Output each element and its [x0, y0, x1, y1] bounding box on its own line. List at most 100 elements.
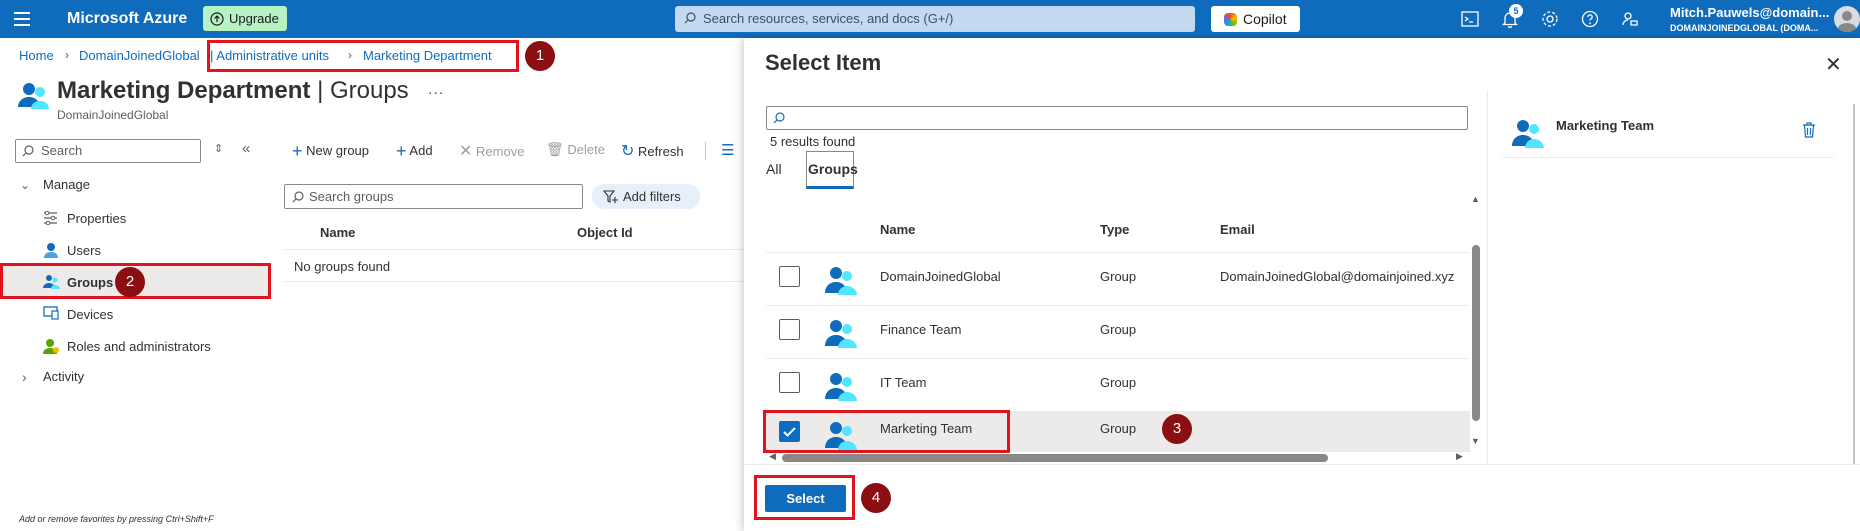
horizontal-scrollbar[interactable] [782, 454, 1328, 462]
copilot-button[interactable]: Copilot [1211, 6, 1300, 32]
annotation-box-4 [754, 475, 855, 520]
tab-groups[interactable]: Groups [808, 161, 858, 177]
sidebar-item-properties[interactable]: Properties [67, 211, 126, 226]
properties-icon [44, 211, 57, 225]
scroll-up-icon[interactable]: ▲ [1471, 194, 1480, 204]
user-icon [44, 243, 58, 258]
remove-label: Remove [476, 144, 525, 159]
row-name: Finance Team [880, 322, 962, 337]
search-icon [773, 112, 785, 124]
trash-icon: 🗑 [546, 141, 564, 157]
global-search-input[interactable]: Search resources, services, and docs (G+… [675, 6, 1195, 32]
roles-icon [43, 339, 59, 354]
add-filters-label: Add filters [623, 189, 681, 204]
chevron-right-icon[interactable]: › [22, 369, 27, 385]
settings-gear-icon[interactable] [1540, 9, 1560, 29]
table-row[interactable]: IT Team Group [766, 359, 1470, 412]
delete-label: Delete [567, 142, 605, 157]
collapse-sidebar-icon[interactable]: « [242, 140, 250, 157]
column-header-object-id[interactable]: Object Id [577, 225, 633, 240]
upgrade-icon [210, 11, 224, 26]
groups-icon [18, 83, 49, 109]
refresh-button[interactable]: ↻ Refresh [621, 141, 684, 161]
view-options-icon[interactable]: ☰ [721, 141, 734, 159]
table-row[interactable]: Finance Team Group [766, 306, 1470, 359]
account-avatar[interactable] [1834, 6, 1860, 32]
sidebar-item-devices[interactable]: Devices [67, 307, 113, 322]
hamburger-menu-icon[interactable] [14, 12, 30, 26]
sidebar-search-input[interactable]: Search [15, 139, 201, 163]
breadcrumb-home[interactable]: Home [19, 48, 54, 63]
trash-icon[interactable] [1802, 122, 1816, 138]
group-icon [1512, 120, 1544, 148]
row-email: DomainJoinedGlobal@domainjoined.xyz [1220, 269, 1455, 284]
column-header-name[interactable]: Name [320, 225, 355, 240]
panel-column-name[interactable]: Name [880, 222, 915, 237]
search-icon [684, 12, 696, 24]
add-filters-button[interactable]: Add filters [592, 184, 700, 209]
feedback-icon[interactable] [1620, 9, 1640, 29]
scroll-right-icon[interactable]: ▶ [1456, 451, 1463, 462]
account-user-name[interactable]: Mitch.Pauwels@domain... [1670, 5, 1829, 20]
remove-button[interactable]: ✕ Remove [459, 141, 524, 161]
favorites-hint: Add or remove favorites by pressing Ctrl… [19, 514, 214, 524]
scroll-left-icon[interactable]: ◀ [769, 451, 776, 462]
nav-section-manage[interactable]: Manage [43, 177, 90, 192]
tab-all[interactable]: All [766, 161, 782, 177]
table-row[interactable]: DomainJoinedGlobal Group DomainJoinedGlo… [766, 253, 1470, 306]
page-title-suffix: | Groups [317, 77, 409, 104]
empty-state-text: No groups found [294, 259, 391, 274]
panel-search-input[interactable] [766, 106, 1468, 130]
help-question-icon[interactable] [1580, 9, 1600, 29]
annotation-number-4: 4 [861, 483, 891, 513]
row-name: IT Team [880, 375, 927, 390]
annotation-box-3 [763, 410, 1010, 453]
chevron-down-icon[interactable]: ⌄ [20, 178, 30, 192]
groups-search-placeholder: Search groups [309, 189, 394, 204]
search-icon [22, 145, 34, 157]
vertical-scrollbar[interactable] [1472, 245, 1480, 421]
table-divider [284, 281, 744, 282]
panel-divider [1487, 90, 1488, 464]
nav-section-activity[interactable]: Activity [43, 369, 84, 384]
row-type: Group [1100, 322, 1137, 337]
panel-column-type[interactable]: Type [1100, 222, 1129, 237]
annotation-number-3: 3 [1162, 414, 1192, 444]
more-options-button[interactable]: ... [428, 81, 444, 99]
scroll-down-icon[interactable]: ▼ [1471, 436, 1480, 446]
sidebar-item-users[interactable]: Users [67, 243, 101, 258]
cloud-shell-icon[interactable] [1460, 9, 1480, 29]
add-button[interactable]: + Add [396, 141, 433, 162]
brand-title[interactable]: Microsoft Azure [67, 10, 187, 28]
row-checkbox[interactable] [779, 266, 800, 287]
panel-column-email[interactable]: Email [1220, 222, 1255, 237]
page-title-main: Marketing Department [57, 77, 311, 104]
sidebar-item-roles-and-administrators[interactable]: Roles and administrators [67, 339, 211, 354]
sidebar-search-placeholder: Search [41, 143, 83, 158]
account-directory[interactable]: DOMAINJOINEDGLOBAL (DOMA... [1670, 23, 1818, 33]
row-checkbox[interactable] [779, 372, 800, 393]
search-icon [292, 191, 304, 203]
selected-item-name: Marketing Team [1556, 118, 1655, 133]
annotation-number-1: 1 [525, 41, 555, 71]
group-icon [825, 373, 857, 401]
breadcrumb-domain[interactable]: DomainJoinedGlobal [79, 48, 200, 63]
panel-footer-divider [744, 464, 1860, 465]
new-group-button[interactable]: + New group [292, 141, 369, 162]
devices-icon [43, 306, 59, 320]
row-checkbox[interactable] [779, 319, 800, 340]
group-icon [825, 320, 857, 348]
delete-button[interactable]: 🗑 Delete [546, 141, 605, 158]
notification-count-badge: 5 [1509, 4, 1523, 18]
person-icon [1837, 11, 1857, 32]
page-subtitle: DomainJoinedGlobal [57, 108, 169, 122]
sort-icon[interactable]: ⇕ [214, 142, 223, 155]
upgrade-button[interactable]: Upgrade [203, 6, 287, 31]
panel-title: Select Item [765, 50, 882, 75]
add-label: Add [409, 143, 433, 158]
filter-add-icon [603, 190, 618, 203]
right-scrollbar[interactable] [1853, 104, 1855, 464]
close-icon[interactable]: ✕ [1825, 52, 1842, 77]
annotation-box-1 [207, 40, 519, 72]
groups-search-input[interactable]: Search groups [284, 184, 583, 209]
